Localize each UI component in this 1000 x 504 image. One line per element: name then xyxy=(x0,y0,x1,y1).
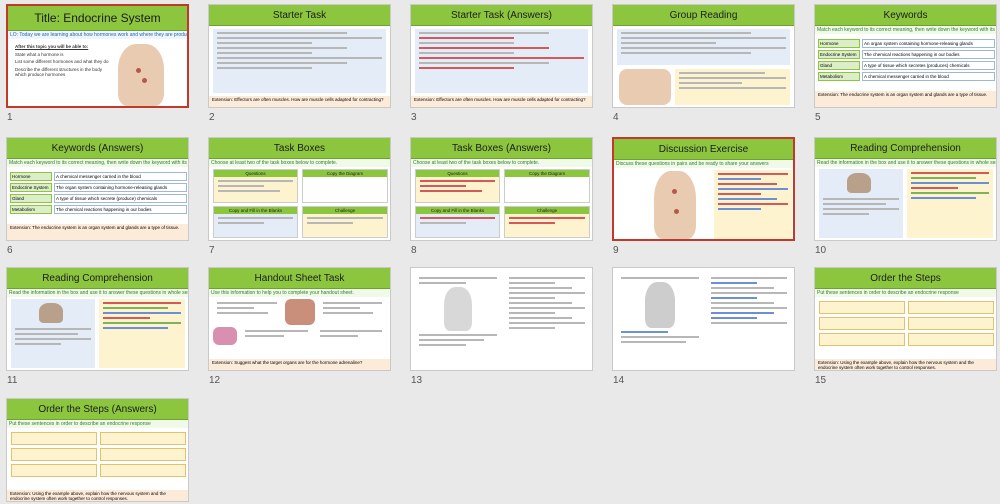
slide-thumb-5[interactable]: Keywords Match each keyword to its corre… xyxy=(814,4,997,108)
slide-title: Task Boxes xyxy=(209,138,390,159)
slide-thumb-6[interactable]: Keywords (Answers) Match each keyword to… xyxy=(6,137,189,241)
slide-subtitle: Choose at least two of the task boxes be… xyxy=(411,159,592,167)
definition: The chemical reactions happening in our … xyxy=(862,50,995,59)
definition: An organ system containing hormone-relea… xyxy=(862,39,995,48)
keyword: Endocrine System xyxy=(818,50,860,59)
slide-title: Handout Sheet Task xyxy=(209,268,390,289)
slide-thumb-16[interactable]: Order the Steps (Answers) Put these sent… xyxy=(6,398,189,502)
slide-title: Title: Endocrine System xyxy=(8,6,187,31)
slide-number: 1 xyxy=(7,112,13,123)
keyword: Gland xyxy=(818,61,860,70)
slide-number: 6 xyxy=(7,245,13,256)
task-box-heading: Challenge xyxy=(303,207,387,214)
bullet-2: List some different hormones and what th… xyxy=(15,59,109,64)
slide-footer: Extension: Using the example above, expl… xyxy=(7,490,188,501)
slide-title: Group Reading xyxy=(613,5,794,26)
slide-subtitle: Choose at least two of the task boxes be… xyxy=(209,159,390,167)
slide-subtitle: Read the information in the box and use … xyxy=(815,159,996,167)
task-box-heading: Copy and Fill in the Blanks xyxy=(416,207,499,214)
bullet-1: State what a hormone is xyxy=(15,51,64,57)
slide-number: 3 xyxy=(411,112,417,123)
slide-title: Reading Comprehension xyxy=(815,138,996,159)
slide-footer: Extension: Using the example above, expl… xyxy=(815,359,996,370)
slide-thumb-12[interactable]: Handout Sheet Task Use this information … xyxy=(208,267,391,371)
slide-number: 15 xyxy=(815,375,827,386)
keyword: Metabolism xyxy=(10,205,52,214)
keyword: Gland xyxy=(10,194,52,203)
definition: The organ system containing hormone-rele… xyxy=(54,183,187,192)
slide-subtitle: Match each keyword to its correct meanin… xyxy=(7,159,188,167)
slide-thumb-2[interactable]: Starter Task Extension: Effectors are of… xyxy=(208,4,391,108)
definition: A chemical messenger carried in the bloo… xyxy=(862,72,995,81)
task-box-heading: Copy the Diagram xyxy=(505,170,589,177)
slide-footer: Extension: Effectors are often muscles. … xyxy=(209,96,390,107)
slide-thumb-9[interactable]: Discussion Exercise Discuss these questi… xyxy=(612,137,795,241)
slide-subtitle: Read the information in the box and use … xyxy=(7,289,188,297)
slide-number: 8 xyxy=(411,245,417,256)
slide-title: Starter Task xyxy=(209,5,390,26)
slide-title: Order the Steps (Answers) xyxy=(7,399,188,420)
body-diagram-image xyxy=(118,44,164,106)
slide-subtitle: Use this information to help you to comp… xyxy=(209,289,390,297)
slide-subtitle: Put these sentences in order to describe… xyxy=(7,420,188,428)
slide-subtitle: Put these sentences in order to describe… xyxy=(815,289,996,297)
slide-thumb-8[interactable]: Task Boxes (Answers) Choose at least two… xyxy=(410,137,593,241)
slide-number: 13 xyxy=(411,375,423,386)
slide-thumb-11[interactable]: Reading Comprehension Read the informati… xyxy=(6,267,189,371)
definition: A chemical messenger carried in the bloo… xyxy=(54,172,187,181)
slide-footer: Extension: The endocrine system is an or… xyxy=(815,91,996,107)
slide-thumb-4[interactable]: Group Reading xyxy=(612,4,795,108)
slide-number: 5 xyxy=(815,112,821,123)
intro-text: After this topic you will be able to: xyxy=(15,44,89,49)
keyword: Metabolism xyxy=(818,72,860,81)
slide-thumb-13[interactable] xyxy=(410,267,593,371)
slide-footer: Extension: Effectors are often muscles. … xyxy=(411,96,592,107)
task-box-heading: Challenge xyxy=(505,207,589,214)
slide-number: 7 xyxy=(209,245,215,256)
keyword: Hormone xyxy=(10,172,52,181)
slide-number: 11 xyxy=(7,375,18,386)
keyword: Hormone xyxy=(818,39,860,48)
task-box-heading: Questions xyxy=(214,170,297,177)
slide-number: 14 xyxy=(613,375,625,386)
slide-number: 2 xyxy=(209,112,215,123)
slide-subtitle: LO: Today we are learning about how horm… xyxy=(8,31,187,39)
slide-title: Order the Steps xyxy=(815,268,996,289)
slide-subtitle: Match each keyword to its correct meanin… xyxy=(815,26,996,34)
body-diagram-image xyxy=(654,171,696,239)
task-box-heading: Copy and Fill in the Blanks xyxy=(214,207,297,214)
slide-number: 9 xyxy=(613,245,619,256)
slide-title: Starter Task (Answers) xyxy=(411,5,592,26)
task-box-heading: Copy the Diagram xyxy=(303,170,387,177)
bullet-3: Describe the different structures in the… xyxy=(15,66,102,78)
task-box-heading: Questions xyxy=(416,170,499,177)
slide-footer: Extension: The endocrine system is an or… xyxy=(7,224,188,240)
slide-subtitle: Discuss these questions in pairs and be … xyxy=(614,160,793,168)
slide-thumb-15[interactable]: Order the Steps Put these sentences in o… xyxy=(814,267,997,371)
slide-title: Reading Comprehension xyxy=(7,268,188,289)
slide-thumb-1[interactable]: Title: Endocrine System LO: Today we are… xyxy=(6,4,189,108)
slide-thumb-7[interactable]: Task Boxes Choose at least two of the ta… xyxy=(208,137,391,241)
slide-title: Keywords (Answers) xyxy=(7,138,188,159)
slide-thumb-10[interactable]: Reading Comprehension Read the informati… xyxy=(814,137,997,241)
slide-thumb-14[interactable] xyxy=(612,267,795,371)
slide-title: Task Boxes (Answers) xyxy=(411,138,592,159)
definition: A type of tissue which secretes (produce… xyxy=(862,61,995,70)
slide-title: Keywords xyxy=(815,5,996,26)
slide-title: Discussion Exercise xyxy=(614,139,793,160)
slide-number: 12 xyxy=(209,375,221,386)
definition: The chemical reactions happening in our … xyxy=(54,205,187,214)
definition: A type of tissue which secrete (produce)… xyxy=(54,194,187,203)
slide-thumb-3[interactable]: Starter Task (Answers) Extension: Effect… xyxy=(410,4,593,108)
slide-number: 4 xyxy=(613,112,619,123)
slide-number: 10 xyxy=(815,245,827,256)
slide-footer: Extension: Suggest what the target organ… xyxy=(209,359,390,370)
keyword: Endocrine System xyxy=(10,183,52,192)
